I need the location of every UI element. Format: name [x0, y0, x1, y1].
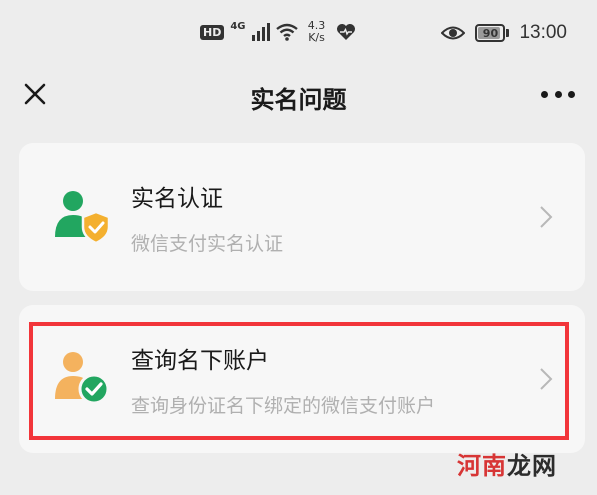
card-real-name-verification[interactable]: 实名认证 微信支付实名认证 [19, 143, 585, 291]
wifi-icon [275, 23, 298, 41]
nav-bar: 实名问题 [0, 66, 597, 126]
card-subtitle: 查询身份证名下绑定的微信支付账户 [131, 395, 436, 417]
page-title: 实名问题 [250, 86, 347, 114]
eye-icon [441, 26, 466, 40]
card-subtitle: 微信支付实名认证 [131, 233, 284, 255]
heart-pulse-icon [336, 24, 355, 40]
card-query-accounts[interactable]: 查询名下账户 查询身份证名下绑定的微信支付账户 [19, 305, 585, 453]
more-options-button[interactable] [541, 84, 575, 104]
network-type-label: 4G [230, 20, 246, 32]
status-time: 13:00 [519, 22, 567, 43]
more-dot-icon [541, 90, 548, 98]
card-title: 实名认证 [131, 186, 223, 212]
watermark: 河南龙网 [457, 446, 557, 481]
card-title: 查询名下账户 [131, 348, 269, 374]
speed-unit: K/s [308, 31, 325, 44]
person-check-icon [55, 352, 109, 405]
hd-badge: HD [200, 24, 225, 40]
more-dot-icon [554, 90, 562, 98]
more-dot-icon [568, 90, 575, 98]
network-speed: 4.3 K/s [304, 20, 330, 44]
status-bar: HD 4G 4.3 K/s 90 13:00 [0, 0, 597, 66]
chevron-right-icon [540, 368, 553, 390]
watermark-part2: 龙网 [507, 452, 557, 480]
signal-icon [251, 23, 270, 41]
chevron-right-icon [540, 206, 553, 228]
status-right-group: 90 13:00 [441, 20, 567, 46]
watermark-part1: 河南 [457, 452, 507, 480]
person-shield-icon [55, 191, 109, 243]
battery-level: 90 [482, 26, 499, 40]
status-left-group: HD 4G 4.3 K/s [200, 18, 356, 46]
battery-icon: 90 [475, 24, 510, 42]
